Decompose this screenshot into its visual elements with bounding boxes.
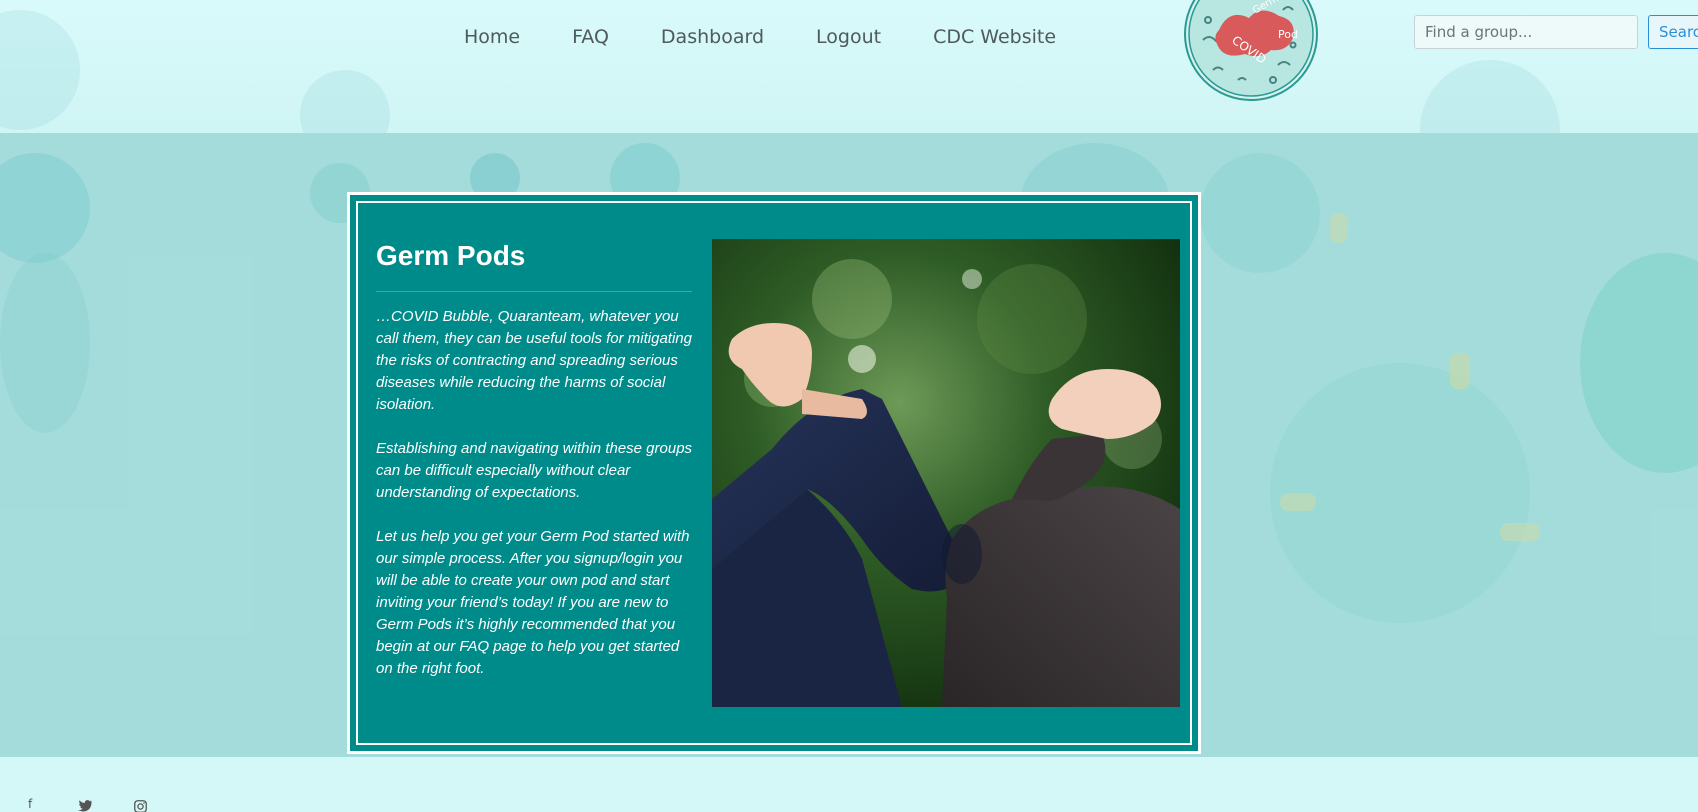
background-decoration: [0, 10, 80, 130]
background-decoration: [300, 70, 390, 133]
card-title: Germ Pods: [376, 240, 526, 271]
group-search-input[interactable]: [1414, 15, 1638, 49]
logo-text-pod: Pod: [1278, 28, 1298, 41]
background-decoration: [1420, 60, 1560, 133]
twitter-icon[interactable]: [78, 800, 92, 812]
card-paragraph-2: Establishing and navigating within these…: [376, 440, 693, 501]
nav-cdc-website-link[interactable]: CDC Website: [933, 26, 1056, 48]
card-description: …COVID Bubble, Quaranteam, whatever you …: [376, 306, 694, 702]
germ-pod-logo[interactable]: COVID Germ Pod: [1183, 0, 1319, 102]
card-paragraph-1: …COVID Bubble, Quaranteam, whatever you …: [376, 308, 692, 413]
card-divider: [376, 291, 692, 292]
nav-faq-link[interactable]: FAQ: [572, 26, 609, 48]
nav-logout-link[interactable]: Logout: [816, 26, 881, 48]
nav-dashboard-link[interactable]: Dashboard: [661, 26, 764, 48]
nav-home-link[interactable]: Home: [464, 26, 520, 48]
site-footer: [0, 757, 1698, 812]
main-nav: Home FAQ Dashboard Logout CDC Website: [464, 26, 1108, 48]
search-button[interactable]: Search: [1648, 15, 1698, 49]
facebook-icon[interactable]: f: [28, 797, 32, 811]
card-paragraph-3: Let us help you get your Germ Pod starte…: [376, 528, 690, 677]
elbow-bump-photo: [712, 239, 1180, 707]
site-header: Home FAQ Dashboard Logout CDC Website CO…: [0, 0, 1698, 133]
instagram-icon[interactable]: [134, 800, 147, 812]
